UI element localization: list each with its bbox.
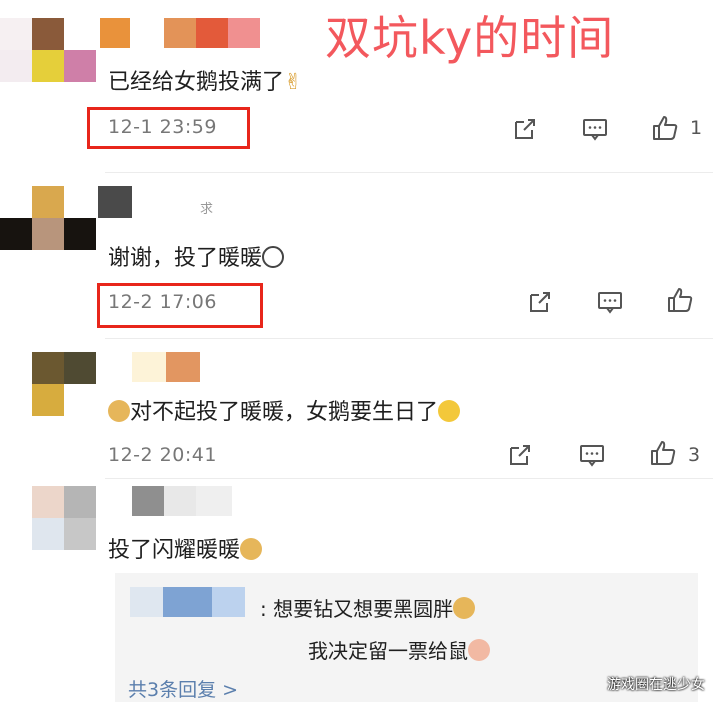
divider <box>105 172 713 173</box>
panda-emoji <box>262 246 285 268</box>
comment-text: 投了闪耀暖暖 <box>108 532 263 564</box>
thumbs-up-icon <box>653 116 678 140</box>
share-icon <box>510 445 530 465</box>
more-replies-link[interactable]: 共3条回复 > <box>128 675 238 702</box>
doge-emoji <box>240 538 263 560</box>
divider <box>105 478 713 479</box>
like-button[interactable] <box>648 438 678 468</box>
comment-text: 谢谢，投了暖暖 <box>108 240 285 272</box>
avatar[interactable] <box>0 186 96 250</box>
username-blurred[interactable] <box>132 352 200 382</box>
watermark: 游戏圈在逃少女 <box>607 677 705 693</box>
username-blurred[interactable] <box>98 186 132 218</box>
like-count: 3 <box>688 444 701 466</box>
like-count: 1 <box>690 117 703 139</box>
share-icon <box>530 292 550 312</box>
comment-button[interactable] <box>580 114 610 144</box>
avatar[interactable] <box>0 18 96 82</box>
reply-line-2: 我决定留一票给鼠 <box>308 635 490 664</box>
username-blurred[interactable] <box>100 18 270 48</box>
doge-emoji <box>453 597 476 619</box>
share-button[interactable] <box>525 287 555 317</box>
like-button[interactable] <box>665 285 695 315</box>
comment-time: 12-1 23:59 <box>108 116 217 138</box>
share-icon <box>515 119 535 139</box>
share-button[interactable] <box>510 114 540 144</box>
laugh-cry-emoji <box>438 400 461 422</box>
username-blurred[interactable] <box>132 486 232 516</box>
share-button[interactable] <box>505 440 535 470</box>
reply-username-blurred[interactable] <box>130 587 275 617</box>
username-fragment: 求 <box>200 202 214 217</box>
comment-button[interactable] <box>577 440 607 470</box>
reply-line-1: : 想要钻又想要黑圆胖 <box>260 593 476 622</box>
mouse-emoji <box>468 639 490 661</box>
comment-time: 12-2 17:06 <box>108 291 217 313</box>
comment-time: 12-2 20:41 <box>108 444 217 466</box>
overlay-title: 双坑ky的时间 <box>325 11 615 65</box>
comment-text: 已经给女鹅投满了✌ <box>108 70 303 95</box>
thumbs-up-icon <box>668 288 693 312</box>
victory-hand-emoji: ✌ <box>284 70 303 95</box>
divider <box>105 338 713 339</box>
like-button[interactable] <box>650 113 680 143</box>
comment-button[interactable] <box>595 287 625 317</box>
comment-text: 对不起投了暖暖，女鹅要生日了 <box>108 394 461 426</box>
comment-icon <box>580 445 604 467</box>
comment-icon <box>598 292 622 314</box>
doge-emoji <box>108 400 130 422</box>
comment-icon <box>583 119 607 141</box>
thumbs-up-icon <box>651 441 676 465</box>
